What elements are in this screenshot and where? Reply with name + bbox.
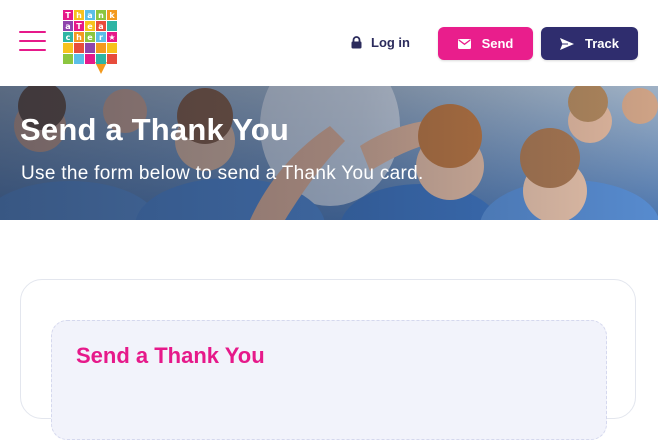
logo-graphic: Thank aTea c h e r ★: [63, 10, 117, 74]
svg-text:T: T: [65, 11, 71, 20]
svg-text:T: T: [76, 22, 82, 31]
svg-text:★: ★: [108, 33, 115, 42]
login-link[interactable]: Log in: [351, 32, 410, 52]
classroom-photo: [0, 86, 658, 220]
lock-icon: [351, 35, 362, 48]
svg-text:k: k: [109, 11, 115, 20]
hero-banner: Send a Thank You Use the form below to s…: [0, 86, 658, 220]
page-subtitle: Use the form below to send a Thank You c…: [21, 163, 424, 184]
send-button[interactable]: Send: [438, 27, 533, 60]
svg-text:e: e: [87, 22, 93, 31]
form-card: Send a Thank You: [20, 279, 636, 440]
svg-text:a: a: [98, 22, 103, 31]
svg-text:r: r: [99, 33, 103, 42]
track-label: Track: [585, 36, 619, 51]
login-label: Log in: [371, 34, 410, 50]
svg-text:c: c: [66, 33, 71, 42]
hamburger-menu-icon[interactable]: [19, 29, 46, 53]
envelope-icon: [457, 38, 471, 49]
svg-text:h: h: [76, 33, 82, 42]
svg-text:e: e: [87, 33, 93, 42]
site-header: Thank aTea c h e r ★ Log in Send Track: [0, 0, 658, 86]
form-title: Send a Thank You: [76, 343, 265, 368]
paper-plane-icon: [560, 37, 574, 50]
send-label: Send: [481, 36, 514, 51]
svg-text:a: a: [65, 22, 70, 31]
track-button[interactable]: Track: [541, 27, 638, 60]
thank-a-teacher-logo[interactable]: Thank aTea c h e r ★: [63, 10, 119, 76]
svg-text:n: n: [98, 11, 104, 20]
svg-text:a: a: [87, 11, 92, 20]
svg-text:h: h: [76, 11, 82, 20]
form-panel: Send a Thank You: [51, 320, 607, 440]
page-title: Send a Thank You: [20, 112, 290, 147]
